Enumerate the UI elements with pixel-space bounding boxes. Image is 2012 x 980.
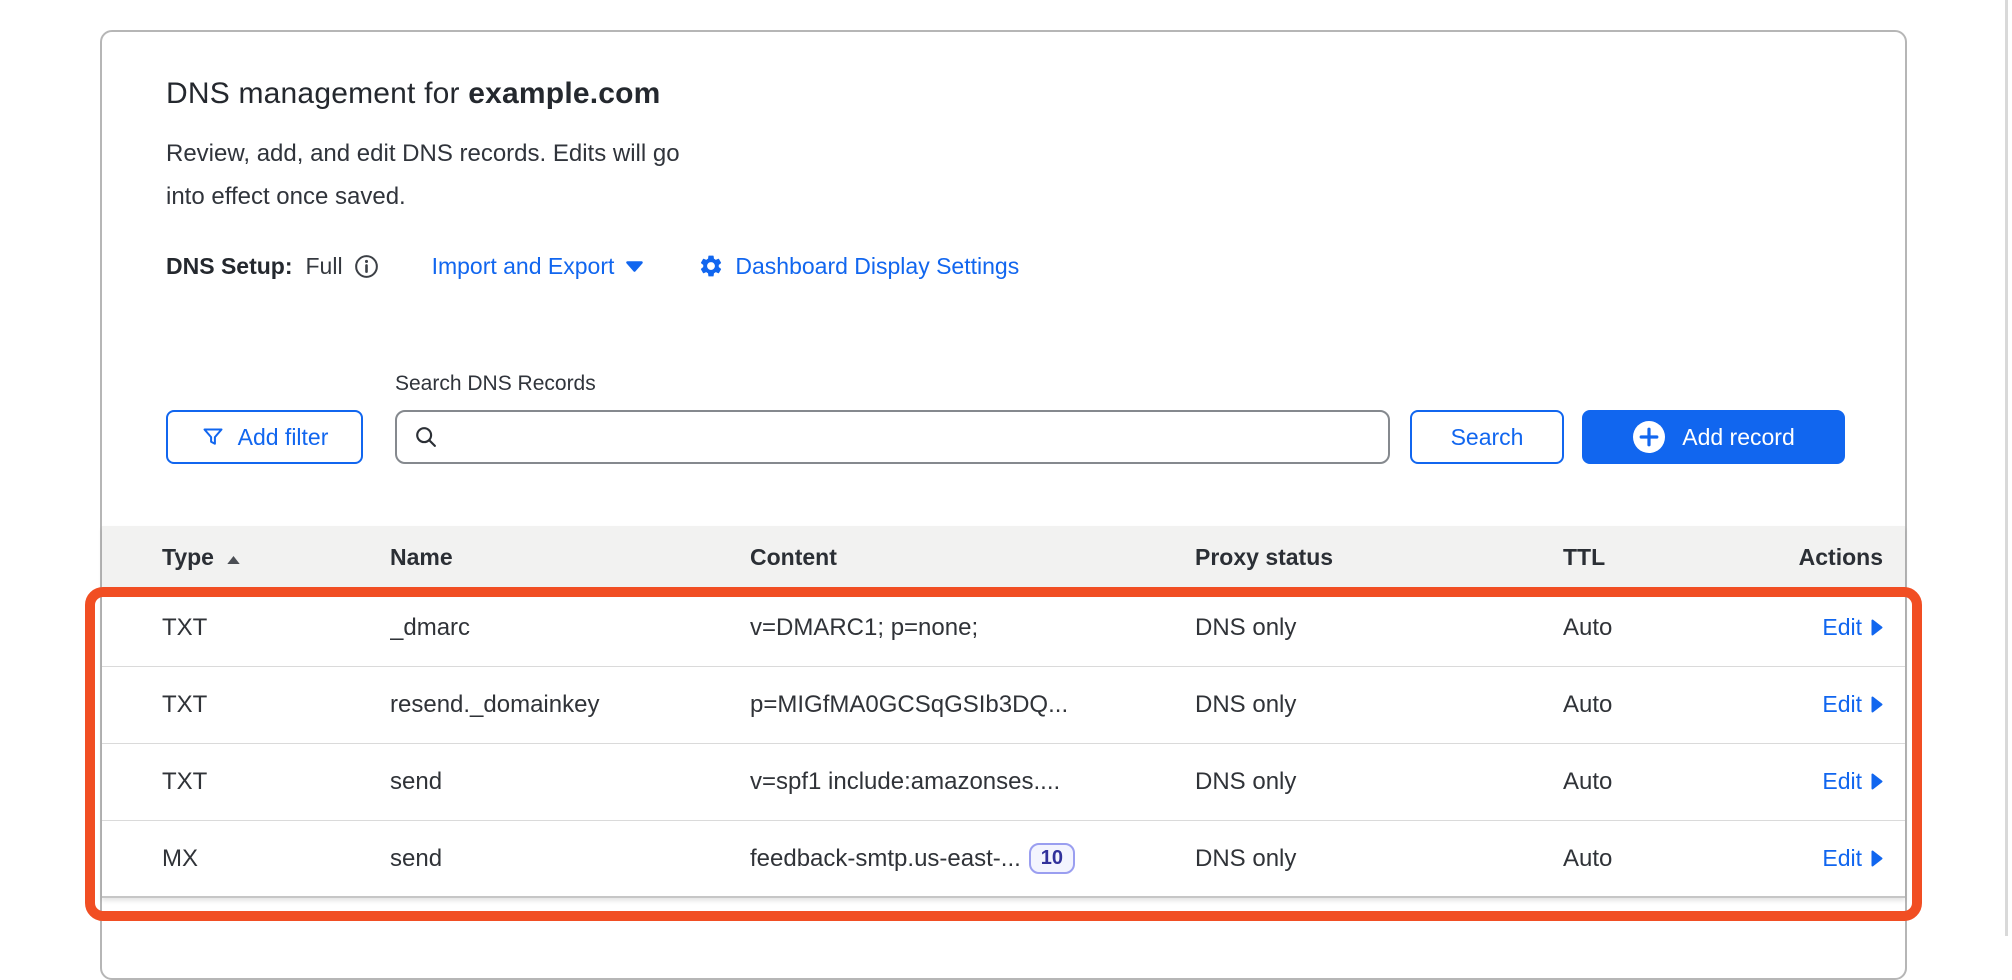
- record-type: TXT: [102, 691, 390, 719]
- record-content: v=DMARC1; p=none;: [750, 614, 1195, 642]
- edit-record-button[interactable]: Edit: [1822, 691, 1883, 718]
- column-header-ttl[interactable]: TTL: [1563, 544, 1761, 571]
- dashboard-display-settings-label: Dashboard Display Settings: [735, 253, 1019, 280]
- chevron-right-icon: [1871, 850, 1883, 867]
- chevron-right-icon: [1871, 773, 1883, 790]
- column-header-type[interactable]: Type: [102, 544, 390, 571]
- record-type: MX: [102, 845, 390, 873]
- page-title-text: DNS management for: [166, 77, 468, 110]
- record-name: send: [390, 768, 750, 796]
- column-header-actions: Actions: [1761, 544, 1905, 571]
- search-input-wrapper: [395, 410, 1390, 464]
- search-button[interactable]: Search: [1410, 410, 1564, 464]
- add-record-button[interactable]: Add record: [1582, 410, 1845, 464]
- record-content-cell: feedback-smtp.us-east-... 10: [750, 843, 1195, 874]
- record-ttl: Auto: [1563, 691, 1761, 719]
- edit-record-button[interactable]: Edit: [1822, 614, 1883, 641]
- import-export-label: Import and Export: [432, 253, 615, 280]
- table-row: TXT resend._domainkey p=MIGfMA0GCSqGSIb3…: [102, 667, 1905, 744]
- chevron-down-icon: [625, 260, 644, 273]
- dns-setup-row: DNS Setup: Full Import and Export Dashbo…: [166, 250, 1019, 282]
- record-content: feedback-smtp.us-east-...: [750, 845, 1021, 873]
- mx-priority-badge: 10: [1029, 843, 1075, 874]
- record-ttl: Auto: [1563, 845, 1761, 873]
- dashboard-display-settings-link[interactable]: Dashboard Display Settings: [698, 253, 1019, 280]
- import-export-link[interactable]: Import and Export: [432, 253, 645, 280]
- dns-management-card: DNS management for example.com Review, a…: [100, 30, 1907, 980]
- plus-icon: [1632, 420, 1666, 454]
- table-row: MX send feedback-smtp.us-east-... 10 DNS…: [102, 821, 1905, 898]
- info-icon[interactable]: [353, 253, 380, 280]
- records-toolbar: Add filter Search DNS Records Search: [166, 372, 1845, 464]
- record-content: p=MIGfMA0GCSqGSIb3DQ...: [750, 691, 1195, 719]
- dns-records-table: Type Name Content Proxy status TTL Actio…: [102, 526, 1905, 898]
- edit-record-button[interactable]: Edit: [1822, 768, 1883, 795]
- record-name: _dmarc: [390, 614, 750, 642]
- search-icon: [413, 424, 439, 450]
- search-label: Search DNS Records: [395, 372, 1390, 396]
- page-title: DNS management for example.com: [166, 77, 661, 111]
- add-filter-label: Add filter: [238, 424, 329, 451]
- sort-ascending-icon: [226, 544, 241, 571]
- column-header-name[interactable]: Name: [390, 544, 750, 571]
- gear-icon: [698, 253, 724, 279]
- edit-record-button[interactable]: Edit: [1822, 845, 1883, 872]
- page-right-divider: [2005, 0, 2008, 936]
- add-filter-button[interactable]: Add filter: [166, 410, 363, 464]
- record-type: TXT: [102, 768, 390, 796]
- record-name: resend._domainkey: [390, 691, 750, 719]
- chevron-right-icon: [1871, 619, 1883, 636]
- record-ttl: Auto: [1563, 768, 1761, 796]
- filter-icon: [201, 425, 225, 449]
- record-proxy-status: DNS only: [1195, 768, 1563, 796]
- table-row: TXT send v=spf1 include:amazonses.... DN…: [102, 744, 1905, 821]
- column-header-proxy-status[interactable]: Proxy status: [1195, 544, 1563, 571]
- chevron-right-icon: [1871, 696, 1883, 713]
- record-proxy-status: DNS only: [1195, 614, 1563, 642]
- record-name: send: [390, 845, 750, 873]
- record-ttl: Auto: [1563, 614, 1761, 642]
- page-title-domain: example.com: [468, 77, 660, 110]
- table-header-row: Type Name Content Proxy status TTL Actio…: [102, 526, 1905, 590]
- record-type: TXT: [102, 614, 390, 642]
- record-proxy-status: DNS only: [1195, 845, 1563, 873]
- search-input[interactable]: [451, 412, 1372, 462]
- page-description: Review, add, and edit DNS records. Edits…: [166, 132, 686, 218]
- record-content: v=spf1 include:amazonses....: [750, 768, 1195, 796]
- add-record-label: Add record: [1682, 424, 1795, 451]
- dns-setup-value: Full: [306, 253, 343, 280]
- record-proxy-status: DNS only: [1195, 691, 1563, 719]
- column-header-content[interactable]: Content: [750, 544, 1195, 571]
- table-row: TXT _dmarc v=DMARC1; p=none; DNS only Au…: [102, 590, 1905, 667]
- dns-setup-label: DNS Setup:: [166, 253, 293, 280]
- search-group: Search DNS Records: [395, 372, 1390, 464]
